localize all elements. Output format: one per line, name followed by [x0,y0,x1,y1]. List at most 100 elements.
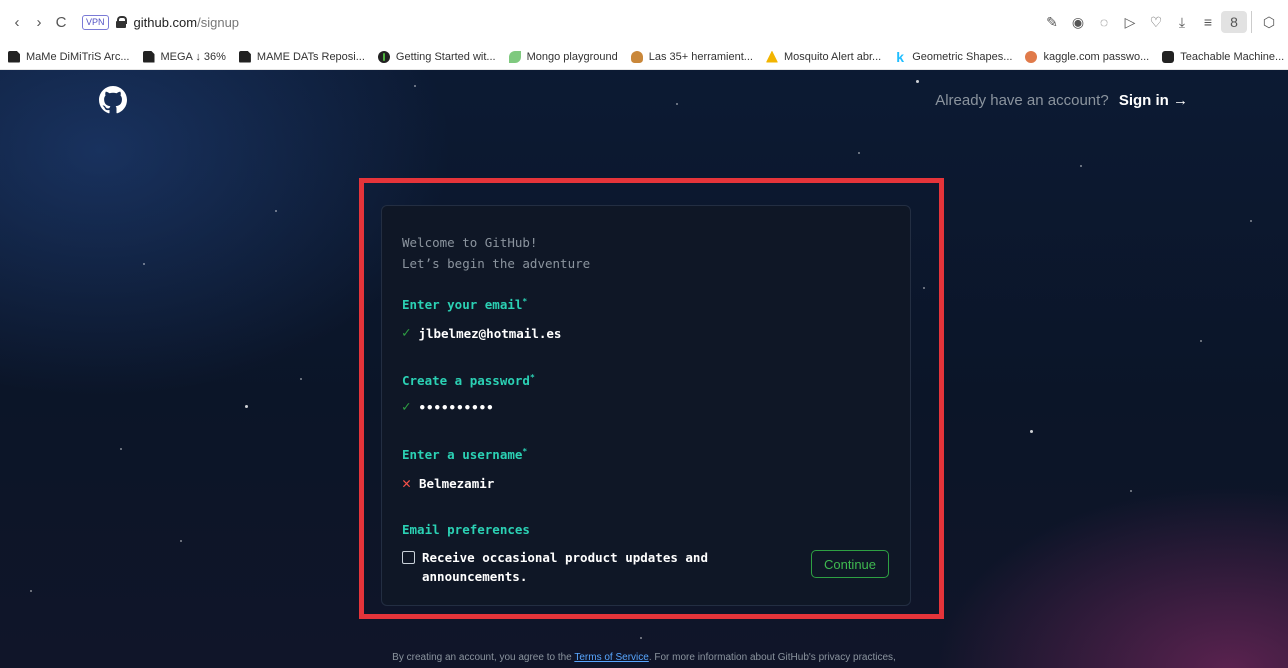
required-mark: * [522,447,528,456]
email-preferences-checkbox[interactable] [402,551,415,564]
star [120,448,122,450]
star [640,637,642,639]
bookmark-item[interactable]: MaMe DiMiTriS Arc... [8,50,130,63]
bookmark-label: MAME DATs Reposi... [256,50,365,63]
lock-icon[interactable] [115,16,127,28]
star [180,540,182,542]
teachable-machine-icon [1162,50,1175,63]
bookmark-item[interactable]: kaggle.com passwo... [1025,50,1150,63]
username-value: Belmezamir [419,475,495,491]
edit-icon[interactable]: ✎ [1039,14,1065,31]
star [1080,165,1082,167]
email-preferences-option: Receive occasional product updates and a… [402,548,732,586]
github-logo-icon[interactable] [99,86,127,114]
bookmarks-bar: MaMe DiMiTriS Arc... MEGA ↓ 36% MAME DAT… [0,44,1288,70]
address-bar[interactable]: github.com/signup [134,15,240,30]
bookmark-label: Geometric Shapes... [912,50,1013,63]
star [676,103,678,105]
star [1030,430,1033,433]
star [30,590,32,592]
document-icon [238,50,251,63]
url-host: github.com [133,14,198,30]
bookmark-item[interactable]: MEGA ↓ 36% [142,50,226,63]
welcome-text: Welcome to GitHub! Let’s begin the adven… [402,232,590,274]
username-label-text: Enter a username [402,447,523,463]
bookmark-item[interactable]: Teachable Machine... [1162,50,1284,63]
profile-icon[interactable]: 8 [1221,11,1247,33]
email-value: jlbelmez@hotmail.es [418,325,562,341]
download-icon[interactable]: ⤓ [1169,14,1195,31]
shield-icon[interactable]: ◌ [1091,14,1117,30]
bookmark-item[interactable]: k Geometric Shapes... [894,48,1013,65]
url-path: /signup [197,14,240,30]
bookmark-label: MaMe DiMiTriS Arc... [26,50,130,63]
toolbar-icons: ✎ ◉ ◌ ▷ ♡ ⤓ ≡ 8 ⬡ [1039,0,1282,44]
bookmark-item[interactable]: Getting Started wit... [377,50,496,63]
bookmark-item[interactable]: MAME DATs Reposi... [238,50,365,63]
reload-button[interactable]: C [50,14,72,31]
required-mark: * [522,297,528,306]
star [275,210,277,212]
email-label-text: Enter your email [402,297,523,313]
error-x-icon: ✕ [402,474,412,492]
document-icon [142,50,155,63]
star [1130,490,1132,492]
browser-toolbar: ‹ › C VPN github.com/signup ✎ ◉ ◌ ▷ ♡ ⤓ … [0,0,1288,44]
star [414,85,416,87]
email-label: Enter your email* [402,297,527,312]
mongodb-icon [377,50,390,63]
footer-terms: By creating an account, you agree to the… [0,652,1288,663]
password-label: Create a password* [402,373,535,388]
password-field[interactable]: ✓ •••••••••• [402,399,494,415]
forward-button[interactable]: › [28,14,50,31]
toolbar-divider [1251,11,1252,33]
signup-page: Already have an account? Sign in → Welco… [0,70,1288,668]
star [1200,340,1202,342]
play-icon[interactable]: ▷ [1117,14,1143,31]
star [1250,220,1252,222]
check-icon: ✓ [402,325,411,341]
terms-of-service-link[interactable]: Terms of Service [574,652,648,663]
leaf-icon [508,50,521,63]
bookmark-label: kaggle.com passwo... [1043,50,1150,63]
star [916,80,919,83]
username-label: Enter a username* [402,447,527,462]
menu-icon[interactable]: ≡ [1195,14,1221,30]
email-preferences-text: Receive occasional product updates and a… [422,550,708,584]
extensions-icon[interactable]: ⬡ [1256,14,1282,31]
signin-link[interactable]: Sign in → [1119,92,1188,109]
bookmark-label: MEGA ↓ 36% [160,50,226,63]
required-mark: * [529,373,535,382]
mosquito-icon [765,50,778,63]
password-value: •••••••••• [418,399,494,415]
email-field[interactable]: ✓ jlbelmez@hotmail.es [402,325,561,341]
signup-card: Welcome to GitHub! Let’s begin the adven… [381,205,911,606]
already-account-text: Already have an account? [935,92,1109,109]
welcome-line-1: Welcome to GitHub! [402,235,538,250]
email-preferences-label: Email preferences [402,522,530,537]
continue-button[interactable]: Continue [811,550,889,578]
bookmark-item[interactable]: Mongo playground [508,50,618,63]
password-label-text: Create a password [402,373,530,389]
star [858,152,860,154]
bookmark-label: Las 35+ herramient... [648,50,753,63]
signin-prompt: Already have an account? Sign in → [935,92,1188,109]
camera-icon[interactable]: ◉ [1065,14,1091,31]
bookmark-item[interactable]: Mosquito Alert abr... [765,50,882,63]
star [143,263,145,265]
back-button[interactable]: ‹ [6,14,28,31]
star [245,405,248,408]
fox-icon [630,50,643,63]
welcome-line-2: Let’s begin the adventure [402,256,591,271]
bug-icon [1025,50,1038,63]
check-icon: ✓ [402,399,411,415]
username-field[interactable]: ✕ Belmezamir [402,474,494,492]
footer-prefix: By creating an account, you agree to the [392,652,575,663]
bookmark-label: Mosquito Alert abr... [783,50,882,63]
document-icon [8,50,20,63]
heart-icon[interactable]: ♡ [1143,14,1169,31]
bookmark-label: Mongo playground [526,50,618,63]
kaggle-icon: k [896,48,905,65]
bookmark-item[interactable]: Las 35+ herramient... [630,50,753,63]
vpn-badge[interactable]: VPN [82,14,109,30]
